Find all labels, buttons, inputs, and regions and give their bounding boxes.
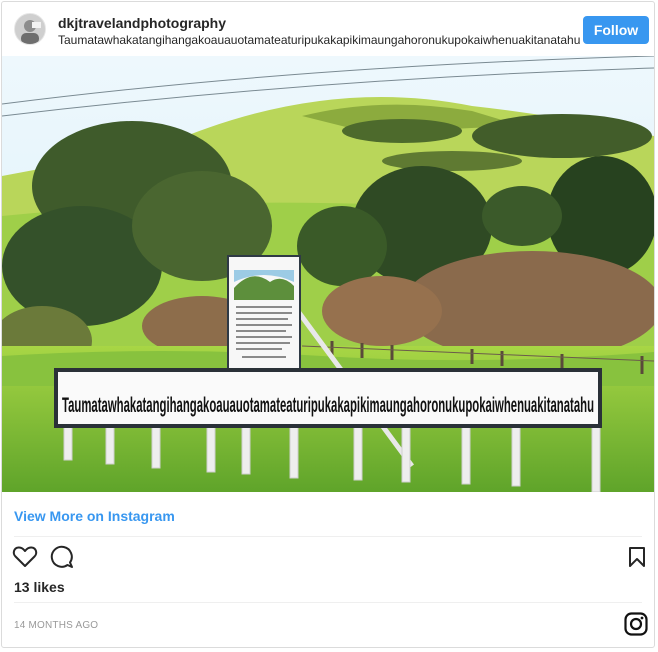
timestamp: 14 MONTHS AGO [14, 620, 99, 631]
instagram-icon[interactable] [624, 612, 648, 641]
divider [14, 602, 642, 603]
bookmark-icon[interactable] [628, 546, 646, 573]
post-header: dkjtravelandphotography Taumatawhakatang… [2, 2, 654, 56]
post-photo[interactable]: Taumatawhakatangihangakoauauotamateaturi… [2, 56, 654, 492]
location-link[interactable]: Taumatawhakatangihangakoauauotamateaturi… [58, 33, 583, 47]
heart-icon[interactable] [12, 545, 38, 574]
instagram-embed-card: dkjtravelandphotography Taumatawhakatang… [1, 1, 655, 648]
divider [14, 536, 642, 537]
username-link[interactable]: dkjtravelandphotography [58, 15, 226, 31]
likes-count[interactable]: 13 likes [14, 579, 65, 595]
view-more-link[interactable]: View More on Instagram [14, 508, 175, 524]
sign-text: Taumatawhakatangihangakoauauotamateaturi… [62, 394, 594, 417]
comment-icon[interactable] [50, 545, 74, 574]
follow-button[interactable]: Follow [583, 16, 649, 44]
avatar[interactable] [14, 13, 46, 45]
